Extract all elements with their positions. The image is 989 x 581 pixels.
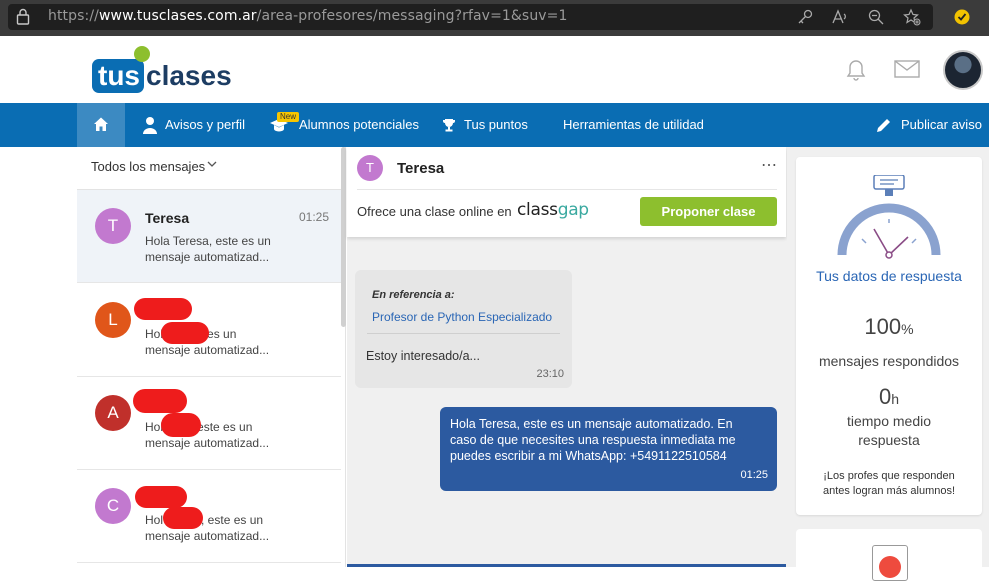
- messages-filter-dropdown[interactable]: Todos los mensajes: [91, 159, 205, 174]
- redaction-mark: [134, 298, 192, 320]
- contact-avatar: T: [357, 155, 383, 181]
- main-navbar: Avisos y perfil New Alumnos potenciales …: [0, 103, 989, 147]
- trophy-icon: [443, 119, 455, 132]
- incoming-message-text: Estoy interesado/a...: [366, 349, 480, 363]
- svg-text:clases: clases: [146, 60, 232, 91]
- stopwatch-gauge-icon: [837, 175, 941, 259]
- conversation-list: Todos los mensajes T Teresa 01:25 Hola T…: [77, 147, 346, 567]
- more-options-icon[interactable]: ⋯: [761, 155, 778, 175]
- propose-class-button[interactable]: Proponer clase: [640, 197, 777, 226]
- reference-ad-link[interactable]: Profesor de Python Especializado: [372, 310, 552, 324]
- read-aloud-icon[interactable]: [831, 8, 849, 26]
- redaction-mark: [161, 322, 209, 344]
- conversation-item[interactable]: L Holeste es unmensaje automatizad...: [77, 284, 341, 377]
- nav-herramientas[interactable]: Herramientas de utilidad: [563, 103, 704, 147]
- response-stats-title[interactable]: Tus datos de respuesta: [796, 268, 982, 284]
- tusclases-logo[interactable]: tus clases: [90, 45, 240, 93]
- outgoing-message-bubble: Hola Teresa, este es un mensaje automati…: [440, 407, 777, 491]
- home-icon: [94, 117, 108, 131]
- redaction-mark: [163, 507, 203, 529]
- divider: [367, 333, 560, 334]
- browser-toolbar: https://www.tusclases.com.ar/area-profes…: [0, 0, 989, 36]
- contact-avatar: L: [95, 302, 131, 338]
- online-class-offer-text: Ofrece una clase online en: [357, 204, 512, 219]
- pencil-icon: [877, 119, 890, 132]
- response-stats-panel: Tus datos de respuesta 100% mensajes res…: [787, 147, 989, 581]
- reference-label: En referencia a:: [372, 289, 455, 301]
- responded-percentage: 100%: [864, 314, 914, 339]
- stats-tip-text: ¡Los profes que responden antes logran m…: [822, 470, 956, 497]
- user-avatar[interactable]: [943, 50, 983, 90]
- responded-label: mensajes respondidos: [818, 353, 960, 369]
- response-stats-card: Tus datos de respuesta 100% mensajes res…: [796, 157, 982, 515]
- incoming-message-time: 23:10: [536, 368, 564, 380]
- response-time-label: tiempo medio respuesta: [846, 413, 932, 448]
- chat-header: T Teresa ⋯ Ofrece una clase online en cl…: [347, 147, 786, 237]
- nav-publicar-aviso[interactable]: Publicar aviso: [901, 103, 982, 147]
- site-header: tus clases: [0, 36, 989, 103]
- chat-contact-name: Teresa: [397, 160, 445, 177]
- conversation-item[interactable]: A Hol este es un mensaje automatizad...: [77, 377, 341, 470]
- chevron-down-icon[interactable]: [207, 161, 217, 168]
- outgoing-message-time: 01:25: [740, 469, 768, 481]
- classgap-logo: classgap: [517, 200, 589, 220]
- lock-icon[interactable]: [16, 8, 30, 26]
- nav-home-button[interactable]: [77, 103, 125, 147]
- secondary-card: [796, 529, 982, 581]
- redaction-mark: [161, 413, 201, 437]
- svg-text:tus: tus: [98, 60, 140, 91]
- incoming-message-bubble: En referencia a: Profesor de Python Espe…: [355, 270, 572, 388]
- chat-panel: T Teresa ⋯ Ofrece una clase online en cl…: [347, 147, 787, 567]
- nav-alumnos-potenciales[interactable]: Alumnos potenciales: [299, 103, 419, 147]
- conversation-item[interactable]: C Hol, este es un mensaje automatizad...: [77, 470, 341, 563]
- user-icon: [143, 117, 157, 134]
- contact-avatar: C: [95, 488, 131, 524]
- key-icon[interactable]: [796, 8, 814, 26]
- favorites-add-icon[interactable]: [903, 8, 921, 26]
- redaction-mark: [133, 389, 187, 413]
- nav-avisos-perfil[interactable]: Avisos y perfil: [165, 103, 245, 147]
- contact-name: Teresa: [145, 210, 190, 226]
- zoom-out-icon[interactable]: [867, 8, 885, 26]
- message-preview: Hola Teresa, este es un mensaje automati…: [145, 234, 271, 264]
- message-time: 01:25: [298, 210, 329, 224]
- messages-mail-icon[interactable]: [894, 60, 920, 78]
- extension-icon[interactable]: [953, 8, 971, 26]
- nav-tus-puntos[interactable]: Tus puntos: [464, 103, 528, 147]
- contact-avatar: A: [95, 395, 131, 431]
- response-time-value: 0h: [878, 384, 900, 409]
- outgoing-message-text: Hola Teresa, este es un mensaje automati…: [450, 417, 736, 463]
- divider: [357, 189, 777, 190]
- contact-avatar: T: [95, 208, 131, 244]
- conversation-list-scrollbar[interactable]: [341, 147, 346, 327]
- redaction-mark: [135, 486, 187, 508]
- new-badge: New: [277, 112, 300, 122]
- conversation-item-teresa[interactable]: T Teresa 01:25 Hola Teresa, este es un m…: [77, 190, 341, 283]
- notifications-bell-icon[interactable]: [845, 58, 867, 82]
- url-text[interactable]: https://www.tusclases.com.ar/area-profes…: [48, 8, 568, 24]
- record-icon: [872, 545, 908, 581]
